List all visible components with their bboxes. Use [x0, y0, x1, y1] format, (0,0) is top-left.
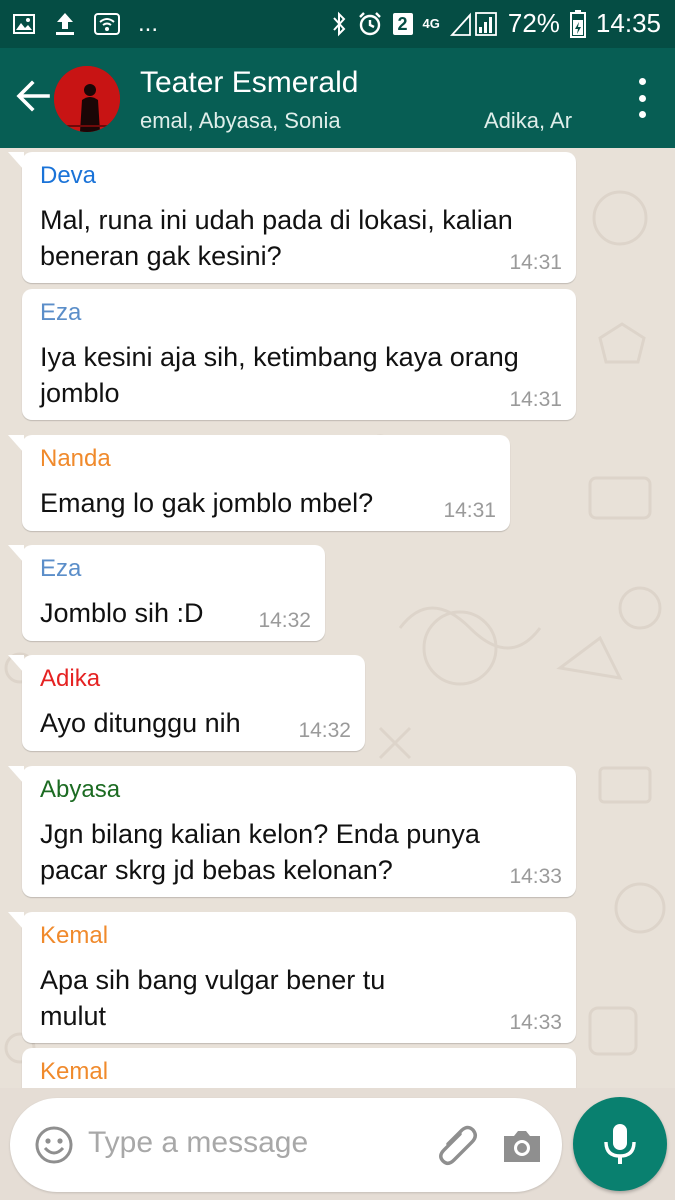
voice-message-button[interactable]: [573, 1097, 667, 1191]
message-line: Iya kesini aja sih, ketimbang kaya orang: [40, 342, 519, 372]
message-line: Emang lo gak jomblo mbel?: [40, 488, 374, 518]
message-time: 14:31: [443, 499, 496, 522]
message-line: beneran gak kesini?: [40, 241, 282, 271]
message-bubble[interactable]: Eza Jomblo sih :D 14:32: [8, 545, 325, 641]
message-text: Emang lo gak jomblo mbel?: [40, 485, 373, 521]
wifi-icon: [94, 12, 120, 36]
message-time: 14:33: [509, 1011, 562, 1034]
chat-title[interactable]: Teater Esmerald: [140, 66, 358, 100]
upload-icon: [54, 11, 76, 37]
message-sender: Abyasa: [40, 776, 121, 803]
message-text: Mal, runa ini udah pada di lokasi, kalia…: [40, 202, 513, 274]
message-sender: Adika: [40, 665, 101, 692]
status-bar: ... 2 4G 72% 14:35: [0, 0, 675, 48]
status-bar-system: 2 4G 72% 14:35: [331, 8, 661, 39]
mic-icon: [600, 1122, 640, 1166]
message-text: Ayo ditunggu nih: [40, 705, 241, 741]
message-time: 14:32: [258, 609, 311, 632]
message-text: Iya kesini aja sih, ketimbang kaya orang…: [40, 339, 519, 411]
status-bar-notifications: ...: [12, 10, 158, 38]
members-left: emal, Abyasa, Sonia: [140, 108, 341, 133]
message-time: 14:31: [509, 251, 562, 274]
message-bubble[interactable]: Kemal Apa sih bang vulgar bener tu mulut…: [8, 912, 576, 1043]
signal-icon: [449, 11, 498, 37]
message-bubble[interactable]: Eza Iya kesini aja sih, ketimbang kaya o…: [22, 289, 576, 420]
message-text: Jomblo sih :D: [40, 595, 204, 631]
message-line: Jomblo sih :D: [40, 598, 204, 628]
message-sender: Deva: [40, 162, 97, 189]
network-type: 4G: [422, 16, 440, 31]
message-bubble[interactable]: Nanda Emang lo gak jomblo mbel? 14:31: [8, 435, 510, 531]
camera-icon[interactable]: [500, 1124, 544, 1168]
message-sender: Eza: [40, 555, 82, 582]
attach-icon[interactable]: [434, 1122, 482, 1170]
back-arrow-icon[interactable]: [14, 76, 54, 116]
message-composer[interactable]: Type a message: [10, 1098, 562, 1192]
alarm-icon: [357, 11, 383, 37]
chat-header: Teater Esmerald emal, Abyasa, Sonia Adik…: [0, 48, 675, 148]
message-time: 14:33: [509, 865, 562, 888]
message-sender: Kemal: [40, 1058, 109, 1085]
notification-count-badge: 2: [392, 12, 413, 35]
more-notifications: ...: [138, 10, 159, 37]
message-text: Apa sih bang vulgar bener tu mulut: [40, 962, 385, 1034]
message-text: Jgn bilang kalian kelon? Enda punya paca…: [40, 816, 480, 888]
message-sender: Eza: [40, 299, 82, 326]
message-time: 14:32: [298, 719, 351, 742]
message-sender: Nanda: [40, 445, 111, 472]
message-line: pacar skrg jd bebas kelonan?: [40, 855, 393, 885]
message-bubble[interactable]: Abyasa Jgn bilang kalian kelon? Enda pun…: [8, 766, 576, 897]
bluetooth-icon: [331, 11, 347, 37]
message-bubble[interactable]: Kemal: [22, 1048, 576, 1088]
message-line: Jgn bilang kalian kelon? Enda punya: [40, 819, 480, 849]
message-line: Ayo ditunggu nih: [40, 708, 241, 738]
message-input[interactable]: Type a message: [88, 1126, 308, 1160]
members-right: Adika, Ar: [484, 108, 573, 133]
message-line: Mal, runa ini udah pada di lokasi, kalia…: [40, 205, 513, 235]
battery-percentage: 72%: [507, 8, 560, 38]
chat-members[interactable]: emal, Abyasa, Sonia Adika, Ar: [140, 108, 580, 134]
message-bubble[interactable]: Adika Ayo ditunggu nih 14:32: [8, 655, 365, 751]
group-avatar[interactable]: [54, 66, 120, 132]
more-vert-icon[interactable]: [635, 78, 649, 118]
message-line: mulut: [40, 1001, 107, 1031]
message-bubble[interactable]: Deva Mal, runa ini udah pada di lokasi, …: [8, 152, 576, 283]
clock: 14:35: [595, 8, 661, 38]
message-line: Apa sih bang vulgar bener tu: [40, 965, 386, 995]
message-sender: Kemal: [40, 922, 109, 949]
message-line: jomblo: [40, 378, 120, 408]
image-icon: [12, 12, 36, 36]
message-time: 14:31: [509, 388, 562, 411]
message-list[interactable]: Deva Mal, runa ini udah pada di lokasi, …: [0, 148, 675, 1088]
emoji-icon[interactable]: [34, 1125, 74, 1165]
battery-icon: [569, 9, 586, 38]
